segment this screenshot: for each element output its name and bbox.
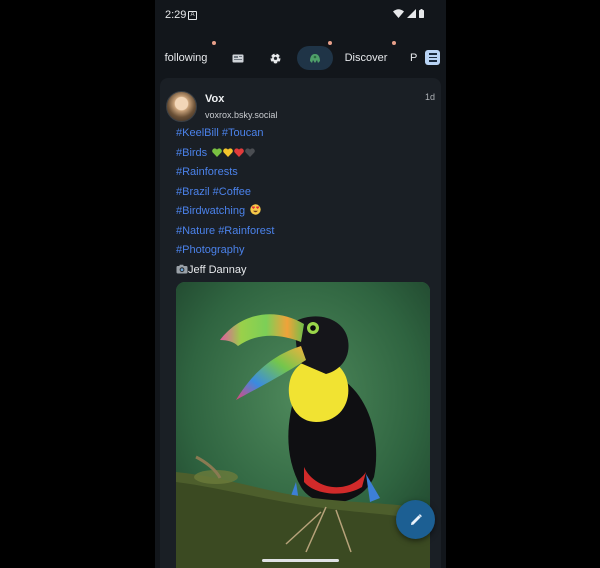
- post-line: #Rainforests: [176, 163, 434, 183]
- unread-dot: [392, 41, 396, 45]
- pencil-icon: [410, 513, 422, 525]
- hashtag-link[interactable]: #KeelBill #Toucan: [176, 127, 263, 139]
- post-text: #KeelBill #Toucan #Birds #Rainforests #B…: [176, 124, 434, 280]
- red-heart-icon: [234, 147, 245, 157]
- unread-dot: [212, 41, 216, 45]
- post-image[interactable]: [176, 282, 430, 568]
- post-timestamp: 1d: [424, 92, 435, 102]
- post-line: Jeff Dannay: [176, 261, 434, 281]
- post-line: #Brazil #Coffee: [176, 183, 434, 203]
- hashtag-link[interactable]: #Photography: [176, 244, 245, 256]
- toucan-photo: [176, 282, 430, 568]
- post-line: #Nature #Rainforest: [176, 222, 434, 242]
- author-handle[interactable]: voxrox.bsky.social: [205, 110, 277, 120]
- app-screen: 2:29 A following Discover P Vox voxrox.b…: [155, 0, 446, 568]
- status-bar: 2:29 A: [155, 0, 446, 28]
- signal-icon: [407, 9, 416, 18]
- bird-feed-icon: [310, 53, 320, 63]
- notification-icon: A: [188, 11, 197, 20]
- hashtag-link[interactable]: #Brazil #Coffee: [176, 186, 251, 198]
- green-heart-icon: [212, 147, 223, 157]
- black-heart-icon: [245, 147, 256, 157]
- hashtag-link[interactable]: #Nature #Rainforest: [176, 225, 274, 237]
- hashtag-link[interactable]: #Rainforests: [176, 166, 238, 178]
- tab-partial[interactable]: P: [410, 46, 420, 70]
- tab-following[interactable]: following: [163, 46, 209, 70]
- avatar[interactable]: [166, 91, 197, 122]
- tab-discover[interactable]: Discover: [344, 46, 388, 70]
- post-line: #Birdwatching: [176, 202, 434, 222]
- soccer-ball-icon: [269, 52, 281, 63]
- status-icons: [393, 9, 424, 18]
- post-card[interactable]: Vox voxrox.bsky.social 1d #KeelBill #Tou…: [160, 78, 441, 568]
- post-line: #Photography: [176, 241, 434, 261]
- author-name[interactable]: Vox: [205, 93, 224, 105]
- heart-emojis: [212, 147, 256, 159]
- heart-eyes-emoji-icon: [250, 204, 261, 215]
- feeds-menu-icon[interactable]: [425, 50, 440, 65]
- hashtag-link[interactable]: #Birdwatching: [176, 205, 245, 217]
- unread-dot: [328, 41, 332, 45]
- feed-tabs: following Discover P: [155, 38, 446, 78]
- hashtag-link[interactable]: #Birds: [176, 147, 207, 159]
- post-line: #Birds: [176, 144, 434, 164]
- post-line: #KeelBill #Toucan: [176, 124, 434, 144]
- camera-icon: [176, 264, 188, 273]
- newspaper-icon: [232, 54, 244, 62]
- gesture-nav-handle[interactable]: [262, 559, 339, 562]
- wifi-icon: [393, 9, 404, 18]
- photo-credit: Jeff Dannay: [188, 263, 247, 276]
- tab-news[interactable]: [230, 46, 246, 70]
- tab-birds[interactable]: [297, 46, 333, 70]
- compose-button[interactable]: [396, 500, 435, 539]
- yellow-heart-icon: [223, 147, 234, 157]
- tab-sports[interactable]: [267, 46, 283, 70]
- battery-icon: [419, 9, 424, 18]
- status-time: 2:29: [165, 9, 187, 21]
